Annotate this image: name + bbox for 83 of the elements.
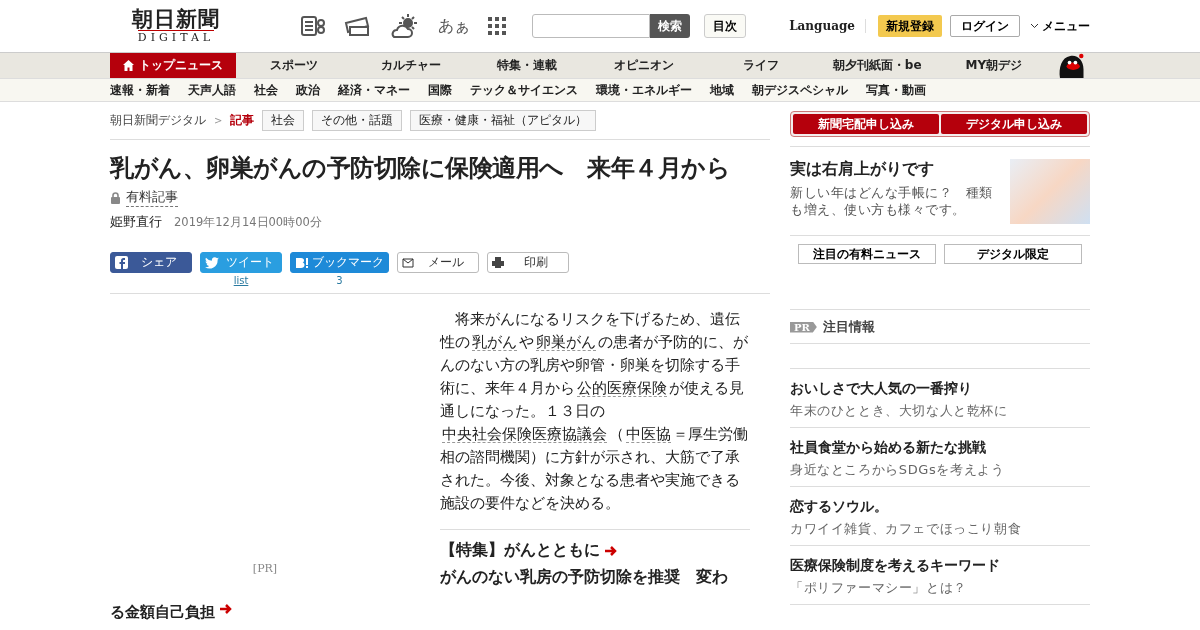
bird-icon xyxy=(205,256,219,269)
author-name: 姫野直行 xyxy=(110,213,162,231)
paid-article-link[interactable]: 有料記事 xyxy=(126,188,178,207)
share-button[interactable]: 印刷 xyxy=(487,252,569,273)
tag-link[interactable]: 社会 xyxy=(262,110,305,131)
tag-link[interactable]: その他・話題 xyxy=(312,110,403,131)
bookmark-b-icon xyxy=(295,256,309,269)
category-link[interactable]: 朝デジスペシャル xyxy=(743,81,857,99)
share-button[interactable]: シェア xyxy=(110,252,192,273)
nav-tab[interactable]: 特集・連載 xyxy=(469,53,586,78)
arrow-icon xyxy=(219,603,233,615)
nav-tab[interactable]: MY朝デジ xyxy=(935,53,1053,78)
pr-description: 年末のひととき、大切な人と乾杯に xyxy=(790,402,1009,420)
language-link[interactable]: Language xyxy=(789,19,866,33)
site-logo[interactable]: 朝日新聞 DIGITAL xyxy=(116,8,236,44)
category-link[interactable]: 国際 xyxy=(419,81,461,99)
pr-title-link[interactable]: 医療保険制度を考えるキーワード xyxy=(790,557,1090,575)
sidebar-tab[interactable]: デジタル限定 xyxy=(944,244,1082,264)
menu-button[interactable]: メニュー xyxy=(1030,17,1090,35)
keyword-link[interactable]: 中央社会保険医療協議会 xyxy=(442,426,607,443)
keyword-link[interactable]: 卵巣がん xyxy=(536,334,596,351)
share-button[interactable]: ブックマーク xyxy=(290,252,389,273)
category-link[interactable]: 地域 xyxy=(701,81,743,99)
register-button[interactable]: 新規登録 xyxy=(878,15,942,37)
subscribe-button[interactable]: デジタル申し込み xyxy=(941,114,1087,134)
category-link[interactable]: 社会 xyxy=(245,81,287,99)
arrow-icon xyxy=(604,544,618,557)
weather-icon[interactable] xyxy=(390,13,420,39)
nav-tab[interactable]: スポーツ xyxy=(236,53,353,78)
ticket-icon[interactable] xyxy=(344,15,372,37)
nav-tab[interactable]: オピニオン xyxy=(585,53,703,78)
chevron-down-icon xyxy=(1030,23,1039,29)
pr-description: カワイイ雑貨、カフェでほっこり朝食 xyxy=(790,520,1023,538)
pr-badge: PR xyxy=(790,321,817,333)
section-heading: 注目情報 xyxy=(822,318,875,336)
breadcrumb-link[interactable]: 記事 xyxy=(230,112,255,129)
breadcrumb-link[interactable]: 朝日新聞デジタル xyxy=(110,112,206,129)
keyword-link[interactable]: 乳がん xyxy=(472,334,517,351)
pr-label: [PR] xyxy=(252,562,278,575)
category-link[interactable]: 天声人語 xyxy=(179,81,245,99)
grid-icon[interactable] xyxy=(488,17,506,35)
breadcrumb-separator: > xyxy=(214,115,223,126)
font-size-button[interactable]: あぁ xyxy=(438,15,470,37)
newspaper-icon[interactable] xyxy=(300,15,326,37)
promo-text: 新しい年はどんな手帳に？ 種類も増え、使い方も様々です。 xyxy=(790,184,994,218)
tag-link[interactable]: 医療・健康・福祉（アピタル） xyxy=(410,110,597,131)
pr-description: 「ポリファーマシー」とは？ xyxy=(790,579,968,597)
subscribe-button[interactable]: 新聞宅配申し込み xyxy=(793,114,939,134)
pr-title-link[interactable]: おいしさで大人気の一番搾り xyxy=(790,380,1090,398)
nav-tab[interactable]: 朝夕刊紙面・be xyxy=(818,53,936,78)
pr-title-link[interactable]: 社員食堂から始める新たな挑戦 xyxy=(790,439,1090,457)
search-field[interactable] xyxy=(532,14,650,38)
envelope-icon xyxy=(402,257,414,268)
index-button[interactable]: 目次 xyxy=(704,14,746,38)
lock-icon xyxy=(110,191,121,204)
pr-title-link[interactable]: 恋するソウル。 xyxy=(790,498,1090,516)
keyword-link[interactable]: 公的医療保険 xyxy=(577,380,667,397)
sidebar-tab[interactable]: 注目の有料ニュース xyxy=(798,244,936,264)
promo-title[interactable]: 実は右肩上がりです xyxy=(790,159,1004,180)
nav-tab[interactable]: カルチャー xyxy=(352,53,470,78)
keyword-link[interactable]: 中医協 xyxy=(626,426,671,443)
search-button[interactable]: 検索 xyxy=(650,14,690,38)
nav-tab[interactable]: ライフ xyxy=(702,53,819,78)
category-link[interactable]: 写真・動画 xyxy=(857,81,935,99)
related-article-link[interactable]: がんのない乳房の予防切除を推奨 変わ xyxy=(440,567,750,588)
share-count[interactable]: list xyxy=(233,275,249,287)
category-link[interactable]: 速報・新着 xyxy=(110,81,179,99)
login-button[interactable]: ログイン xyxy=(950,15,1020,37)
share-button[interactable]: メール xyxy=(397,252,479,273)
category-link[interactable]: テック＆サイエンス xyxy=(461,81,587,99)
facebook-icon xyxy=(115,256,128,269)
nav-tab[interactable]: トップニュース xyxy=(110,53,236,78)
category-link[interactable]: 経済・マネー xyxy=(329,81,419,99)
category-link[interactable]: 環境・エネルギー xyxy=(587,81,701,99)
category-link[interactable]: 政治 xyxy=(287,81,329,99)
home-icon xyxy=(123,60,134,71)
article-title: 乳がん、卵巣がんの予防切除に保険適用へ 来年４月から xyxy=(110,153,731,184)
share-count[interactable]: 3 xyxy=(336,275,343,287)
article-body: 将来がんになるリスクを下げるため、遺伝性の乳がん や 卵巣がん の患者が予防的に、がんのない方の乳房や卵管・卵巣を切除する手術に、来年４月から 公的医療保険 が使える見通しになった。１３日の 中央社会保険医療協議会（中医協＝厚生労働相の諮問機関）に方針が示され、大筋で了承された。今後、対象となる患者や実施できる施設の要件などを決める。 xyxy=(440,310,749,513)
pr-description: 身近なところからSDGsを考えよう xyxy=(790,461,1006,479)
teaser-link[interactable]: る金額自己負担 xyxy=(110,603,233,622)
publish-date: 2019年12月14日00時00分 xyxy=(174,215,322,230)
feature-link[interactable]: 【特集】がんとともに xyxy=(440,540,750,561)
